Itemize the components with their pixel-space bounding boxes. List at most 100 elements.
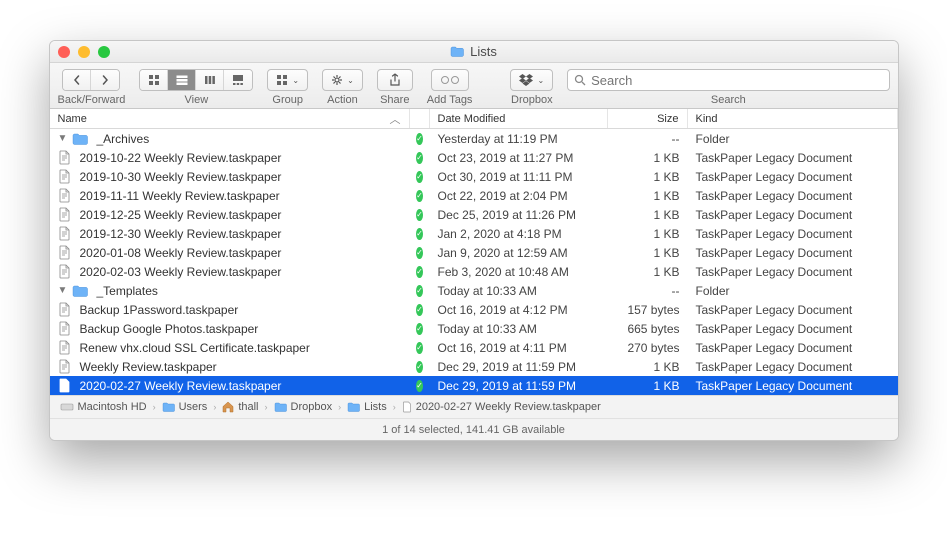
sort-ascending-icon: ︿: [390, 111, 401, 127]
titlebar[interactable]: Lists: [50, 41, 898, 63]
file-row[interactable]: 2020-02-27 Weekly Review.taskpaperDec 29…: [50, 376, 898, 395]
disclosure-triangle[interactable]: ▼: [58, 285, 68, 296]
path-item[interactable]: Lists: [347, 401, 387, 413]
path-item[interactable]: 2020-02-27 Weekly Review.taskpaper: [402, 401, 601, 413]
sync-status-icon: [416, 152, 423, 164]
file-size: 157 bytes: [608, 300, 688, 319]
group-button[interactable]: ⌄: [267, 69, 308, 91]
folder-row[interactable]: ▼_TemplatesToday at 10:33 AM--Folder: [50, 281, 898, 300]
file-size: 1 KB: [608, 262, 688, 281]
file-kind: TaskPaper Legacy Document: [688, 167, 898, 186]
folder-row[interactable]: ▼_ArchivesYesterday at 11:19 PM--Folder: [50, 129, 898, 148]
file-size: 1 KB: [608, 186, 688, 205]
disclosure-triangle[interactable]: ▼: [58, 133, 68, 144]
date-modified: Dec 25, 2019 at 11:26 PM: [430, 205, 608, 224]
file-row[interactable]: Backup 1Password.taskpaper Oct 16, 2019 a…: [50, 300, 898, 319]
sync-status-icon: [416, 209, 423, 221]
share-button[interactable]: [377, 69, 413, 91]
file-size: 1 KB: [608, 205, 688, 224]
view-column-button[interactable]: [196, 70, 224, 90]
document-icon: [58, 302, 71, 317]
file-size: 1 KB: [608, 148, 688, 167]
file-row[interactable]: 2019-12-30 Weekly Review.taskpaperJan 2,…: [50, 224, 898, 243]
window-title: Lists: [470, 44, 497, 59]
path-separator: ›: [338, 402, 341, 412]
toolbar: Back/Forward View ⌄ Group: [50, 63, 898, 109]
date-modified: Jan 9, 2020 at 12:59 AM: [430, 243, 608, 262]
share-label: Share: [380, 94, 409, 106]
file-row[interactable]: 2020-01-08 Weekly Review.taskpaperJan 9,…: [50, 243, 898, 262]
path-item[interactable]: Dropbox: [274, 401, 333, 413]
document-icon: [58, 321, 71, 336]
file-kind: Folder: [688, 129, 898, 148]
file-size: 1 KB: [608, 376, 688, 395]
path-bar: Macintosh HD›Users›thall›Dropbox›Lists›2…: [50, 395, 898, 418]
date-modified: Oct 30, 2019 at 11:11 PM: [430, 167, 608, 186]
status-bar: 1 of 14 selected, 141.41 GB available: [50, 418, 898, 440]
search-icon: [574, 74, 586, 86]
tags-label: Add Tags: [427, 94, 473, 106]
file-row[interactable]: Renew vhx.cloud SSL Certificate.taskpape…: [50, 338, 898, 357]
file-row[interactable]: Weekly Review.taskpaperDec 29, 2019 at 1…: [50, 357, 898, 376]
tags-button[interactable]: [431, 69, 469, 91]
search-field[interactable]: [567, 69, 889, 91]
document-icon: [58, 169, 71, 184]
sync-status-icon: [416, 323, 423, 335]
chevron-down-icon: ⌄: [347, 76, 354, 85]
file-row[interactable]: 2019-10-30 Weekly Review.taskpaperOct 30…: [50, 167, 898, 186]
forward-button[interactable]: [91, 70, 119, 90]
column-kind[interactable]: Kind: [688, 109, 898, 128]
column-size[interactable]: Size: [608, 109, 688, 128]
view-list-button[interactable]: [168, 70, 196, 90]
column-name[interactable]: Name︿: [50, 109, 410, 128]
file-list: ▼_ArchivesYesterday at 11:19 PM--Folder2…: [50, 129, 898, 395]
zoom-button[interactable]: [98, 46, 110, 58]
minimize-button[interactable]: [78, 46, 90, 58]
file-kind: TaskPaper Legacy Document: [688, 319, 898, 338]
sync-status-icon: [416, 133, 423, 145]
view-icon-button[interactable]: [140, 70, 168, 90]
file-name: Backup 1Password.taskpaper: [80, 303, 239, 317]
finder-window: Lists Back/Forward View: [49, 40, 899, 441]
path-label: Lists: [364, 401, 387, 413]
date-modified: Jan 2, 2020 at 4:18 PM: [430, 224, 608, 243]
file-row[interactable]: 2019-11-11 Weekly Review.taskpaperOct 22…: [50, 186, 898, 205]
back-button[interactable]: [63, 70, 91, 90]
column-date-modified[interactable]: Date Modified: [430, 109, 608, 128]
file-name: 2020-02-27 Weekly Review.taskpaper: [80, 379, 282, 393]
folder-icon: [162, 402, 175, 412]
file-row[interactable]: Backup Google Photos.taskpaperToday at 1…: [50, 319, 898, 338]
file-row[interactable]: 2019-12-25 Weekly Review.taskpaper Dec 25…: [50, 205, 898, 224]
file-size: 270 bytes: [608, 338, 688, 357]
action-button[interactable]: ⌄: [322, 69, 363, 91]
sync-status-icon: [416, 285, 423, 297]
sync-status-icon: [416, 380, 423, 392]
share-icon: [389, 73, 401, 87]
search-input[interactable]: [591, 73, 882, 88]
path-item[interactable]: thall: [222, 401, 258, 413]
path-item[interactable]: Users: [162, 401, 208, 413]
file-kind: TaskPaper Legacy Document: [688, 300, 898, 319]
close-button[interactable]: [58, 46, 70, 58]
file-name: 2020-02-03 Weekly Review.taskpaper: [80, 265, 282, 279]
doc-icon: [402, 401, 412, 413]
file-row[interactable]: 2019-10-22 Weekly Review.taskpaperOct 23…: [50, 148, 898, 167]
search-label: Search: [567, 94, 889, 106]
view-buttons: [139, 69, 253, 91]
file-row[interactable]: 2020-02-03 Weekly Review.taskpaperFeb 3,…: [50, 262, 898, 281]
file-name: 2019-12-25 Weekly Review.taskpaper: [80, 208, 282, 222]
document-icon: [58, 378, 71, 393]
path-item[interactable]: Macintosh HD: [60, 401, 147, 413]
file-name: 2019-11-11 Weekly Review.taskpaper: [80, 189, 280, 203]
file-size: 1 KB: [608, 167, 688, 186]
view-gallery-button[interactable]: [224, 70, 252, 90]
date-modified: Oct 16, 2019 at 4:12 PM: [430, 300, 608, 319]
date-modified: Today at 10:33 AM: [430, 281, 608, 300]
document-icon: [58, 150, 71, 165]
document-icon: [58, 359, 71, 374]
column-status[interactable]: [410, 109, 430, 128]
file-kind: TaskPaper Legacy Document: [688, 148, 898, 167]
dropbox-button[interactable]: ⌄: [510, 69, 553, 91]
date-modified: Dec 29, 2019 at 11:59 PM: [430, 357, 608, 376]
sync-status-icon: [416, 361, 423, 373]
